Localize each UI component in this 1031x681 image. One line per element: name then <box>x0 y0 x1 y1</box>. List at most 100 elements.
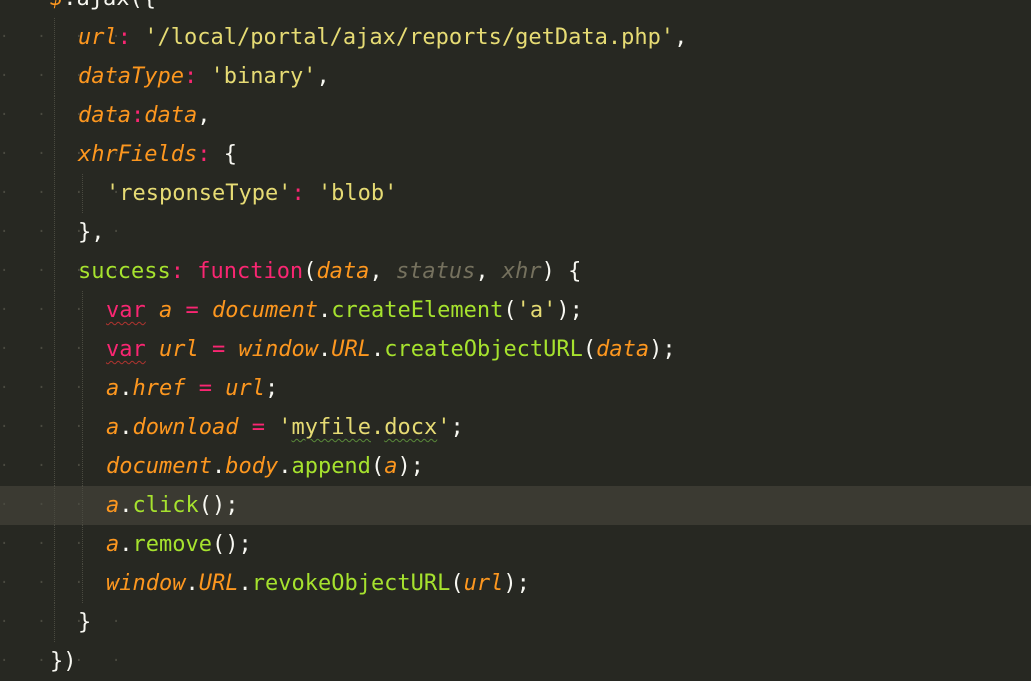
indent-guide <box>54 174 55 213</box>
code-line[interactable]: · · · · a.href = url; <box>0 369 1031 408</box>
code-line[interactable]: · · · · var a = document.createElement('a… <box>0 291 1031 330</box>
code-token: : <box>130 103 145 128</box>
code-token: download <box>132 415 239 440</box>
code-line[interactable]: · · · · dataType: 'binary', <box>0 57 1031 96</box>
code-token: '/local/portal/ajax/reports/getData.php' <box>144 25 675 50</box>
code-line[interactable]: · · · · url: '/local/portal/ajax/reports/… <box>0 18 1031 57</box>
indent-guide <box>82 408 83 447</box>
code-text: }) <box>50 642 77 681</box>
code-line[interactable]: · · · · var url = window.URL.createObject… <box>0 330 1031 369</box>
code-token: url <box>463 571 504 596</box>
code-token: ajax <box>77 0 130 11</box>
code-token: createElement <box>331 298 504 323</box>
indent-guide <box>82 369 83 408</box>
code-token: a <box>159 298 173 323</box>
code-line[interactable]: · · · ·}) <box>0 642 1031 681</box>
whitespace-dots: · · · · <box>0 224 125 240</box>
code-token: . <box>211 454 226 479</box>
code-line[interactable]: · · · · a.remove(); <box>0 525 1031 564</box>
code-token: click <box>132 493 199 518</box>
code-line[interactable]: · · · · success: function(data, status, x… <box>0 252 1031 291</box>
code-text: }, <box>78 213 105 252</box>
code-token: . <box>63 0 76 11</box>
whitespace-dots: · · · · <box>0 497 125 513</box>
code-line[interactable]: · · · · a.download = 'myfile.docx'; <box>0 408 1031 447</box>
code-token: . <box>185 571 199 596</box>
code-token: href <box>132 376 186 401</box>
code-line[interactable]: · · · · data:data, <box>0 96 1031 135</box>
code-token: . <box>370 415 385 440</box>
code-line[interactable]: · · · · a.click(); <box>0 486 1031 525</box>
code-token: a <box>106 376 120 401</box>
code-line[interactable]: · · · ·$.ajax({ <box>0 0 1031 18</box>
indent-guide <box>54 447 55 486</box>
indent-guide <box>82 525 83 564</box>
indent-guide <box>82 486 83 525</box>
indent-guide <box>54 252 55 291</box>
code-token: , <box>475 259 502 284</box>
indent-guide <box>54 291 55 330</box>
indent-guide <box>54 525 55 564</box>
indent-guide <box>54 603 55 642</box>
indent-guide <box>54 96 55 135</box>
whitespace-dots: · · · · <box>0 302 125 318</box>
code-line[interactable]: · · · · document.body.append(a); <box>0 447 1031 486</box>
indent-guide <box>54 408 55 447</box>
code-token: 'binary' <box>210 64 317 89</box>
code-token: : <box>183 64 198 89</box>
code-token: xhr <box>501 259 542 284</box>
code-token: dataType <box>78 64 184 89</box>
code-token: var <box>106 298 146 323</box>
code-line[interactable]: · · · · window.URL.revokeObjectURL(url); <box>0 564 1031 603</box>
code-token: ; <box>264 376 279 401</box>
code-token: ( <box>582 337 597 362</box>
indent-guide <box>54 18 55 57</box>
code-token: url <box>159 337 199 362</box>
code-token: data <box>78 103 131 128</box>
code-token: = <box>172 298 212 323</box>
code-token: a <box>106 493 120 518</box>
code-token: createObjectURL <box>384 337 583 362</box>
code-token: revokeObjectURL <box>251 571 451 596</box>
code-token: docx <box>384 415 438 440</box>
code-token: , <box>674 25 688 50</box>
code-token: ( <box>303 259 317 284</box>
code-token: ) { <box>541 259 582 284</box>
code-line[interactable]: · · · ·'responseType': 'blob' <box>0 174 1031 213</box>
code-text: a.download = 'myfile.docx'; <box>106 408 464 447</box>
code-text: a.href = url; <box>106 369 278 408</box>
code-token: (); <box>198 493 239 518</box>
code-token: (); <box>211 532 252 557</box>
code-token: a <box>106 415 120 440</box>
code-token: ); <box>649 337 676 362</box>
whitespace-dots: · · · · <box>0 146 125 162</box>
code-line[interactable]: · · · ·} <box>0 603 1031 642</box>
whitespace-dots: · · · · <box>0 653 125 669</box>
code-token: . <box>119 493 133 518</box>
code-editor[interactable]: · · · ·$.ajax({· · · ·url: '/local/porta… <box>0 0 1031 674</box>
code-token: a <box>384 454 398 479</box>
indent-guide <box>82 291 83 330</box>
code-token: ); <box>397 454 424 479</box>
indent-guide <box>54 57 55 96</box>
code-text: $.ajax({ <box>50 0 156 18</box>
code-token: remove <box>132 532 212 557</box>
code-line[interactable]: · · · ·}, <box>0 213 1031 252</box>
code-text: xhrFields: { <box>78 135 237 174</box>
code-token: = <box>198 337 239 362</box>
code-token: a <box>106 532 120 557</box>
code-token: document <box>212 298 318 323</box>
code-token: : <box>170 259 184 284</box>
whitespace-dots: · · · · <box>0 185 125 201</box>
code-text: url: '/local/portal/ajax/reports/getData… <box>78 18 687 57</box>
code-token: url <box>78 25 118 50</box>
code-token: 'responseType' <box>106 181 292 206</box>
code-token: body <box>225 454 279 479</box>
code-text: } <box>78 603 91 642</box>
code-line[interactable]: · · · · xhrFields: { <box>0 135 1031 174</box>
code-token: ' <box>278 415 292 440</box>
code-token: ); <box>503 571 530 596</box>
